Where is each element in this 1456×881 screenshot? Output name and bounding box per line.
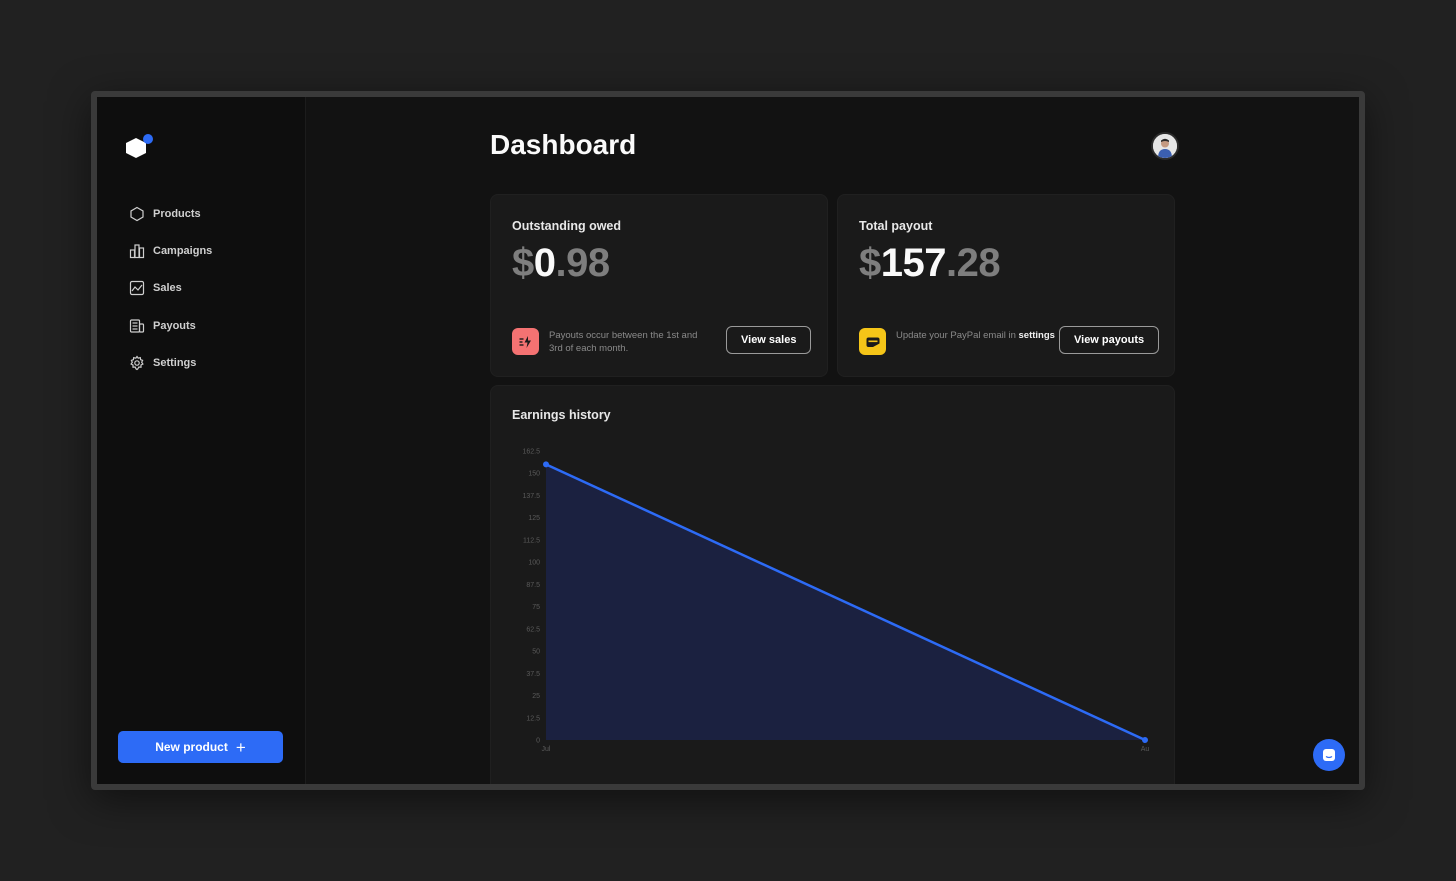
data-point	[1142, 737, 1148, 743]
total-payout-amount: $157.28	[859, 241, 1001, 286]
sidebar-item-label: Payouts	[153, 319, 196, 332]
x-tick-label: Jul	[542, 746, 551, 753]
sidebar-item-label: Products	[153, 207, 201, 220]
lightning-icon	[519, 335, 531, 348]
line-chart-icon	[129, 281, 145, 296]
sidebar-item-label: Settings	[153, 356, 197, 369]
bar-chart-icon	[129, 244, 145, 259]
card-label: Outstanding owed	[512, 219, 622, 233]
currency-symbol: $	[859, 241, 881, 285]
new-product-label: New product	[155, 740, 228, 754]
view-sales-button[interactable]: View sales	[726, 326, 812, 354]
y-tick-label: 87.5	[526, 582, 540, 589]
sidebar-item-payouts[interactable]: Payouts	[129, 307, 212, 344]
card-label: Total payout	[859, 219, 933, 233]
user-avatar-icon	[1153, 134, 1177, 158]
y-tick-label: 112.5	[523, 537, 540, 544]
y-tick-label: 150	[528, 471, 540, 478]
hexagon-icon	[130, 206, 144, 221]
y-tick-label: 50	[532, 649, 540, 656]
avatar[interactable]	[1151, 132, 1179, 160]
sidebar-item-settings[interactable]: Settings	[129, 344, 212, 381]
gear-icon	[130, 355, 144, 371]
y-tick-label: 162.5	[522, 449, 540, 456]
amount-decimal: .98	[555, 241, 611, 285]
amount-integer: 157	[880, 241, 947, 285]
data-point	[543, 461, 549, 468]
currency-symbol: $	[512, 241, 534, 285]
y-tick-label: 12.5	[526, 715, 540, 722]
sidebar-item-sales[interactable]: Sales	[129, 270, 212, 307]
app-window: Products Campaigns Sales Payouts Setting…	[91, 91, 1365, 790]
plus-icon: +	[235, 737, 246, 757]
sidebar-item-products[interactable]: Products	[129, 195, 212, 232]
earnings-history-card: Earnings history 162.5 150 137.5 125 112.5 10…	[490, 385, 1175, 784]
earnings-chart: 162.5 150 137.5 125 112.5 100 87.5 75 62.5 50 37.5…	[522, 449, 1150, 754]
chat-button[interactable]	[1313, 739, 1345, 771]
sidebar-item-label: Sales	[153, 282, 182, 295]
y-tick-label: 25	[532, 693, 540, 700]
y-tick-label: 62.5	[526, 626, 540, 633]
outstanding-amount: $0.98	[512, 241, 610, 286]
amount-decimal: .28	[946, 241, 1001, 285]
total-payout-card: Total payout $157.28 Update your PayPal …	[837, 194, 1175, 377]
paypal-note-text: Update your PayPal email in	[896, 330, 1016, 341]
logo-icon[interactable]	[124, 133, 156, 161]
payout-schedule-badge	[512, 328, 539, 355]
page-title: Dashboard	[490, 129, 637, 160]
settings-link[interactable]: settings	[1019, 330, 1055, 341]
sidebar-nav: Products Campaigns Sales Payouts Setting…	[129, 195, 212, 381]
y-tick-label: 37.5	[526, 671, 540, 678]
x-tick-label: Au	[1141, 746, 1150, 753]
paypal-note: Update your PayPal email in settings	[896, 329, 1056, 342]
wallet-badge	[859, 328, 886, 355]
view-payouts-button[interactable]: View payouts	[1059, 326, 1160, 354]
sidebar: Products Campaigns Sales Payouts Setting…	[97, 97, 306, 784]
y-tick-label: 100	[528, 560, 540, 567]
new-product-button[interactable]: New product +	[118, 731, 283, 763]
outstanding-owed-card: Outstanding owed $0.98 Payouts occur bet…	[490, 194, 828, 377]
chat-icon	[1323, 749, 1335, 761]
y-tick-label: 0	[536, 738, 540, 745]
y-tick-label: 125	[528, 515, 540, 522]
sidebar-item-label: Campaigns	[153, 244, 213, 257]
y-tick-label: 75	[532, 604, 540, 611]
payout-schedule-note: Payouts occur between the 1st and 3rd of…	[549, 330, 698, 354]
wallet-icon	[866, 337, 879, 347]
receipt-icon	[129, 318, 145, 333]
y-tick-label: 137.5	[522, 493, 540, 500]
amount-integer: 0	[533, 241, 556, 285]
sidebar-item-campaigns[interactable]: Campaigns	[129, 232, 212, 269]
